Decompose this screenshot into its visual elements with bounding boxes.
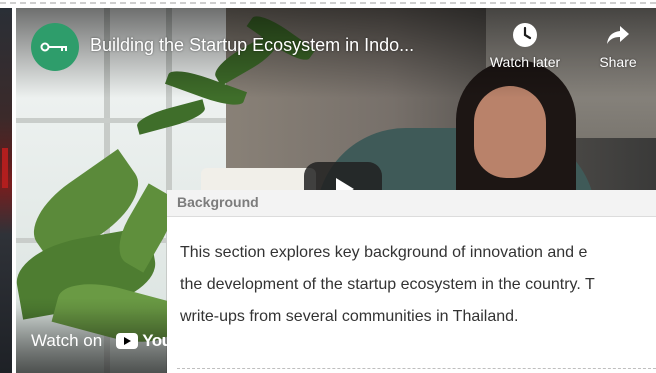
watch-on-label: Watch on xyxy=(31,331,103,350)
share-label: Share xyxy=(599,54,637,70)
panel-body: This section explores key background of … xyxy=(180,237,656,333)
watch-later-button[interactable]: Watch later xyxy=(482,22,568,70)
youtube-logo-icon xyxy=(116,333,139,349)
panel-header: Background xyxy=(167,190,656,217)
panel-text-line: write-ups from several communities in Th… xyxy=(180,308,519,325)
background-panel: Background This section explores key bac… xyxy=(167,190,656,373)
share-button[interactable]: Share xyxy=(590,22,646,70)
adjacent-card-edge[interactable] xyxy=(0,8,12,373)
clock-icon xyxy=(513,23,537,47)
panel-text-line: This section explores key background of … xyxy=(180,244,588,261)
watch-later-label: Watch later xyxy=(489,54,561,70)
panel-text-line: the development of the startup ecosystem… xyxy=(180,276,595,293)
share-arrow-icon xyxy=(607,26,629,44)
top-divider xyxy=(0,2,656,4)
channel-avatar[interactable] xyxy=(31,23,79,71)
panel-divider xyxy=(177,368,656,369)
video-title-link[interactable]: Building the Startup Ecosystem in Indo..… xyxy=(90,34,480,56)
panel-title: Background xyxy=(177,194,259,210)
channel-logo-icon xyxy=(40,42,67,52)
